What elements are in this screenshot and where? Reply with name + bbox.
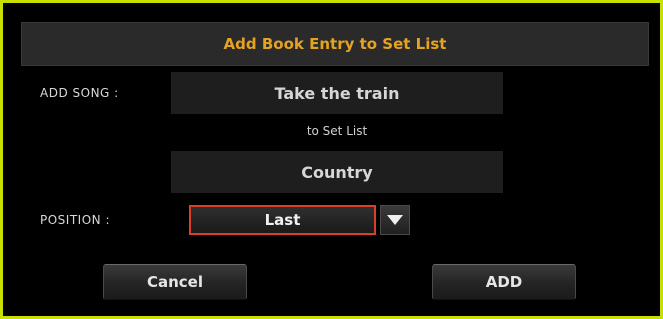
song-name-field[interactable]: Take the train [171,72,503,114]
position-value: Last [264,211,301,229]
dialog-frame: Add Book Entry to Set List ADD SONG : Ta… [0,0,663,319]
triangle-down-icon [387,215,403,225]
dialog-title: Add Book Entry to Set List [223,35,447,53]
dialog-title-bar: Add Book Entry to Set List [21,22,649,66]
cancel-button[interactable]: Cancel [103,264,247,300]
position-dropdown-button[interactable] [380,205,410,235]
cancel-button-label: Cancel [146,273,203,291]
add-song-label: ADD SONG : [40,86,119,100]
set-list-text: Country [301,162,373,182]
add-button[interactable]: ADD [432,264,576,300]
song-name-text: Take the train [274,83,400,103]
position-label: POSITION : [40,213,110,227]
add-button-label: ADD [485,273,523,291]
position-select[interactable]: Last [189,205,376,235]
set-list-field[interactable]: Country [171,151,503,193]
to-set-list-caption: to Set List [306,124,368,138]
